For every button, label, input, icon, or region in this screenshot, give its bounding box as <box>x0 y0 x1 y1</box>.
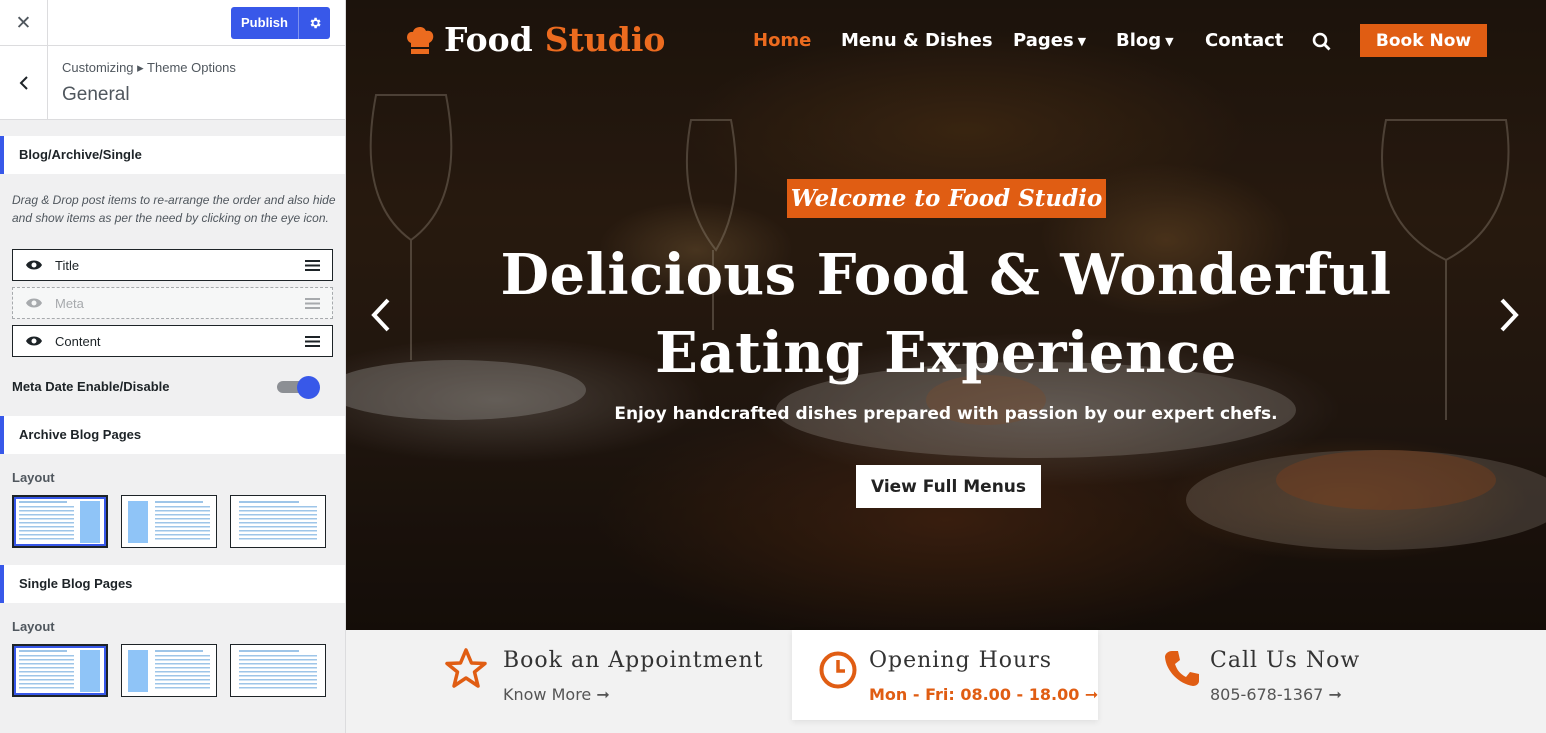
archive-layout-full-width[interactable] <box>230 495 326 548</box>
close-icon: ✕ <box>15 12 32 34</box>
sortable-item-title[interactable]: Title <box>12 249 333 281</box>
blog-section-description: Drag & Drop post items to re-arrange the… <box>12 193 336 225</box>
info-appointment: Book an Appointment Know More ➞ <box>416 630 763 720</box>
hero-headline: Delicious Food & Wonderful Eating Experi… <box>446 236 1446 392</box>
info-title: Call Us Now <box>1210 648 1361 673</box>
slider-next-arrow[interactable] <box>1498 297 1520 337</box>
phone-icon <box>1163 648 1201 692</box>
hero-headline-line1: Delicious Food & Wonderful <box>500 242 1392 308</box>
hero-badge: Welcome to Food Studio <box>787 179 1106 218</box>
know-more-link[interactable]: Know More ➞ <box>503 685 610 704</box>
archive-layout-right-sidebar[interactable] <box>12 495 108 548</box>
publish-button-group: Publish <box>231 7 330 39</box>
sortable-item-meta[interactable]: Meta <box>12 287 333 319</box>
archive-layout-label: Layout <box>12 470 55 485</box>
meta-date-label: Meta Date Enable/Disable <box>12 379 170 394</box>
nav-pages[interactable]: Pages ▼ <box>1013 30 1086 51</box>
info-link-label: 805-678-1367 <box>1210 685 1324 704</box>
breadcrumb: Customizing ▸ Theme Options <box>62 60 236 75</box>
hero-slider: Food Studio Home Menu & Dishes Pages ▼ Bl… <box>346 0 1546 630</box>
nav-blog-label: Blog <box>1116 30 1162 51</box>
chevron-left-icon <box>19 76 28 90</box>
star-icon <box>444 647 488 693</box>
nav-menu-dishes[interactable]: Menu & Dishes <box>841 30 993 51</box>
chevron-right-icon <box>1500 298 1519 332</box>
hero-subheadline: Enjoy handcrafted dishes prepared with p… <box>614 404 1278 424</box>
archive-section-heading: Archive Blog Pages <box>0 416 345 454</box>
single-layout-full-width[interactable] <box>230 644 326 697</box>
chevron-left-icon <box>371 298 390 332</box>
search-icon[interactable] <box>1312 32 1331 55</box>
info-opening-hours: Opening Hours Mon - Fri: 08.00 - 18.00 ➞ <box>792 630 1098 720</box>
book-now-button[interactable]: Book Now <box>1360 24 1487 57</box>
site-header: Food Studio Home Menu & Dishes Pages ▼ Bl… <box>346 0 1546 84</box>
nav-pages-label: Pages <box>1013 30 1074 51</box>
site-logo[interactable]: Food Studio <box>404 20 665 59</box>
single-section-heading: Single Blog Pages <box>0 565 345 603</box>
nav-blog[interactable]: Blog ▼ <box>1116 30 1174 51</box>
arrow-right-icon: ➞ <box>1328 685 1342 704</box>
meta-date-toggle[interactable] <box>277 376 321 399</box>
publish-button[interactable]: Publish <box>231 7 299 39</box>
arrow-right-icon: ➞ <box>596 685 610 704</box>
blog-section-heading: Blog/Archive/Single <box>0 136 345 174</box>
info-title: Opening Hours <box>869 648 1052 673</box>
logo-text: Food <box>444 20 533 59</box>
info-call: Call Us Now 805-678-1367 ➞ <box>1141 630 1461 720</box>
hero-headline-line2: Eating Experience <box>655 320 1237 386</box>
gear-icon <box>310 17 321 29</box>
single-layout-right-sidebar[interactable] <box>12 644 108 697</box>
caret-down-icon: ▼ <box>1077 34 1087 48</box>
single-layout-left-sidebar[interactable] <box>121 644 217 697</box>
drag-handle-icon[interactable] <box>292 259 332 271</box>
nav-home[interactable]: Home <box>753 30 811 51</box>
close-customizer-button[interactable]: ✕ <box>0 0 48 46</box>
clock-icon <box>818 650 858 694</box>
phone-link[interactable]: 805-678-1367 ➞ <box>1210 685 1342 704</box>
info-title: Book an Appointment <box>503 648 764 673</box>
opening-hours-link[interactable]: Mon - Fri: 08.00 - 18.00 ➞ <box>869 685 1098 704</box>
archive-layout-left-sidebar[interactable] <box>121 495 217 548</box>
slider-prev-arrow[interactable] <box>370 297 392 337</box>
arrow-right-icon: ➞ <box>1084 685 1099 704</box>
section-nav: Customizing ▸ Theme Options General <box>0 46 345 120</box>
site-preview: Food Studio Home Menu & Dishes Pages ▼ Bl… <box>346 0 1546 733</box>
sortable-item-label: Meta <box>55 295 84 311</box>
section-title: General <box>62 84 130 105</box>
info-link-label: Mon - Fri: 08.00 - 18.00 <box>869 685 1080 704</box>
view-menus-button[interactable]: View Full Menus <box>856 465 1041 508</box>
sortable-item-label: Title <box>55 257 80 273</box>
publish-settings-button[interactable] <box>299 16 330 30</box>
sortable-item-content[interactable]: Content <box>12 325 333 357</box>
nav-contact[interactable]: Contact <box>1205 30 1283 51</box>
customizer-panel: ✕ Publish Customizing ▸ Theme Options Ge… <box>0 0 346 733</box>
info-link-label: Know More <box>503 685 592 704</box>
eye-icon[interactable] <box>13 259 55 271</box>
logo-text-accent: Studio <box>544 20 666 59</box>
sortable-item-label: Content <box>55 333 101 349</box>
drag-handle-icon[interactable] <box>292 335 332 347</box>
chef-hat-icon <box>407 26 434 54</box>
single-layout-label: Layout <box>12 619 55 634</box>
caret-down-icon: ▼ <box>1165 34 1174 48</box>
eye-icon[interactable] <box>13 297 55 309</box>
back-button[interactable] <box>0 46 48 120</box>
eye-icon[interactable] <box>13 335 55 347</box>
customizer-header: ✕ Publish <box>0 0 345 46</box>
drag-handle-icon[interactable] <box>292 297 332 309</box>
info-bar: Book an Appointment Know More ➞ Opening … <box>346 630 1546 733</box>
